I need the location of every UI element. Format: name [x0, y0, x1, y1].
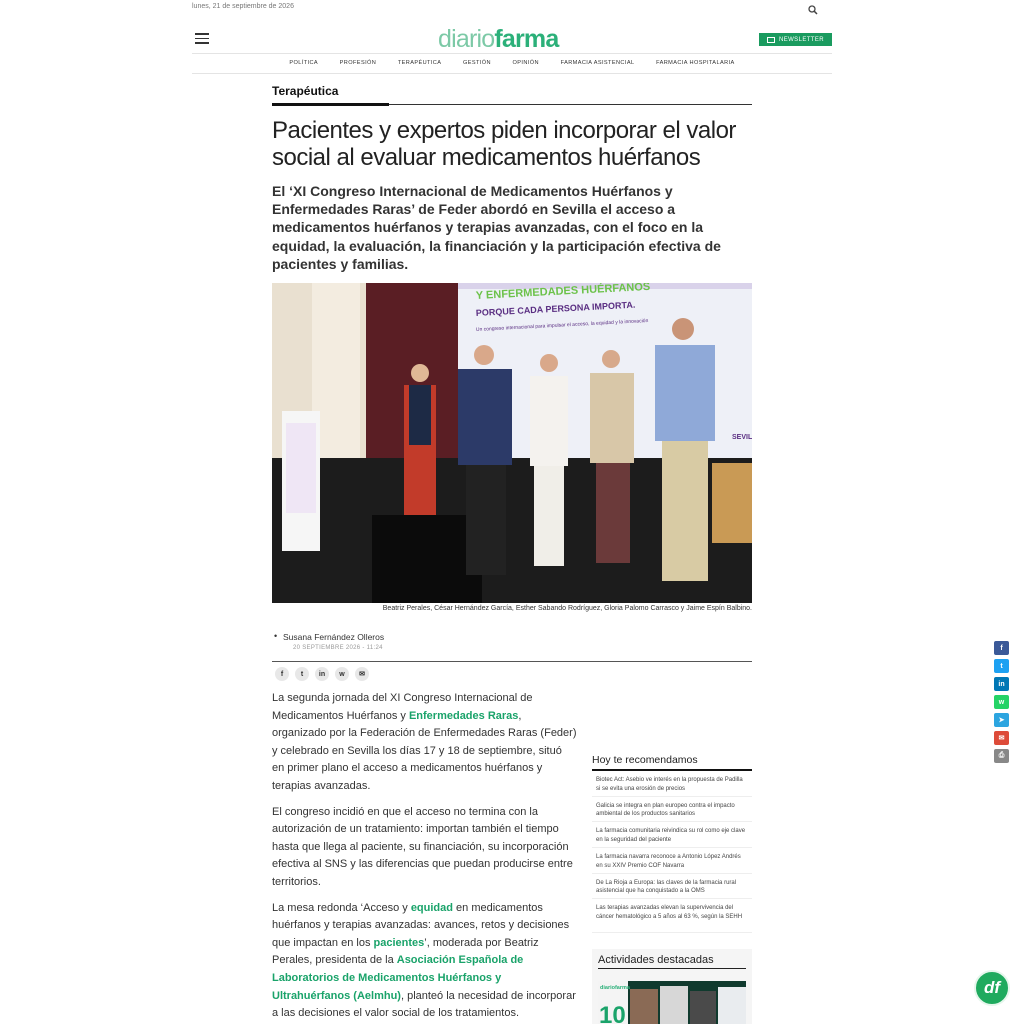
linkedin-icon[interactable]: in — [315, 667, 329, 681]
email-icon[interactable]: ✉ — [994, 731, 1009, 745]
section-label[interactable]: Terapéutica — [272, 84, 752, 106]
article-header: Terapéutica Pacientes y expertos piden i… — [272, 84, 752, 273]
activities-logo: diariofarma — [600, 985, 631, 991]
paragraph-2: El congreso incidió en que el acceso no … — [272, 805, 573, 888]
recommended-widget: Hoy te recomendamos Biotec Act: Asebio v… — [592, 754, 752, 934]
recommended-item[interactable]: Las terapias avanzadas elevan la supervi… — [592, 899, 752, 934]
recommended-title: Hoy te recomendamos — [592, 754, 752, 771]
linkedin-icon[interactable]: in — [994, 677, 1009, 691]
nav-item-profesion[interactable]: PROFESIÓN — [329, 55, 387, 73]
article-headline: Pacientes y expertos piden incorporar el… — [272, 117, 736, 171]
recommended-item[interactable]: Galicia se integra en plan europeo contr… — [592, 797, 752, 823]
facebook-icon[interactable]: f — [994, 641, 1009, 655]
site-header: diariofarma NEWSLETTER — [192, 24, 832, 54]
article-photo: Y ENFERMEDADES HUÉRFANOS PORQUE CADA PER… — [272, 283, 752, 603]
facebook-icon[interactable]: f — [275, 667, 289, 681]
floating-share-rail: f t in w ➤ ✉ ⎙ — [994, 641, 1009, 763]
logo-part-diario: diario — [438, 25, 495, 53]
activities-banner[interactable]: diariofarma 10 — [598, 981, 746, 1024]
twitter-icon[interactable]: t — [295, 667, 309, 681]
search-icon[interactable] — [807, 4, 819, 16]
nav-item-farmacia-asistencial[interactable]: FARMACIA ASISTENCIAL — [550, 55, 646, 73]
newsletter-button[interactable]: NEWSLETTER — [759, 33, 832, 46]
share-bar: f t in w ✉ — [275, 667, 369, 681]
nav-item-opinion[interactable]: OPINIÓN — [502, 55, 550, 73]
recommended-item[interactable]: De La Rioja a Europa: las claves de la f… — [592, 874, 752, 900]
top-date: lunes, 21 de septiembre de 2026 — [192, 3, 294, 10]
link-pacientes[interactable]: pacientes — [374, 937, 425, 949]
recommended-item[interactable]: Biotec Act: Asebio ve interés en la prop… — [592, 771, 752, 797]
logo-part-farma: farma — [494, 25, 559, 53]
link-equidad[interactable]: equidad — [411, 902, 453, 914]
activities-title: Actividades destacadas — [598, 954, 746, 969]
link-enfermedades-raras[interactable]: Enfermedades Raras — [409, 710, 518, 722]
envelope-icon — [766, 36, 775, 43]
whatsapp-icon[interactable]: w — [994, 695, 1009, 709]
email-icon[interactable]: ✉ — [355, 667, 369, 681]
nav-item-terapeutica[interactable]: TERAPÉUTICA — [387, 55, 452, 73]
newsletter-label: NEWSLETTER — [778, 36, 824, 43]
twitter-icon[interactable]: t — [994, 659, 1009, 673]
telegram-icon[interactable]: ➤ — [994, 713, 1009, 727]
publish-date: 20 SEPTIEMBRE 2026 - 11:24 — [293, 645, 383, 651]
section-label-text: Terapéutica — [272, 84, 339, 98]
main-nav: POLÍTICA PROFESIÓN TERAPÉUTICA GESTIÓN O… — [192, 55, 832, 74]
recommended-item[interactable]: La farmacia navarra reconoce a Antonio L… — [592, 848, 752, 874]
site-logo[interactable]: diariofarma — [438, 24, 559, 54]
divider — [272, 661, 752, 662]
whatsapp-icon[interactable]: w — [335, 667, 349, 681]
recommended-item[interactable]: La farmacia comunitaria reivindica su ro… — [592, 822, 752, 849]
paragraph-1: La segunda jornada del XI Congreso Inter… — [272, 692, 577, 792]
menu-icon[interactable] — [195, 33, 209, 44]
paragraph-3: La mesa redonda ‘Acceso y equidad en med… — [272, 901, 576, 1020]
activities-number: 10 — [599, 1002, 626, 1024]
nav-item-farmacia-hospitalaria[interactable]: FARMACIA HOSPITALARIA — [645, 55, 745, 73]
photo-caption: Beatriz Perales, César Hernández García,… — [382, 605, 752, 612]
featured-activities: Actividades destacadas diariofarma 10 — [592, 949, 752, 1024]
nav-item-gestion[interactable]: GESTIÓN — [452, 55, 502, 73]
photo-city: SEVILLA — [732, 434, 752, 441]
print-icon[interactable]: ⎙ — [994, 749, 1009, 763]
article-subhead: El ‘XI Congreso Internacional de Medicam… — [272, 183, 721, 272]
app-badge-button[interactable]: df — [974, 970, 1010, 1006]
article-body: La segunda jornada del XI Congreso Inter… — [272, 690, 577, 1024]
author-name[interactable]: Susana Fernández Olleros — [274, 631, 384, 642]
nav-item-politica[interactable]: POLÍTICA — [279, 55, 329, 73]
